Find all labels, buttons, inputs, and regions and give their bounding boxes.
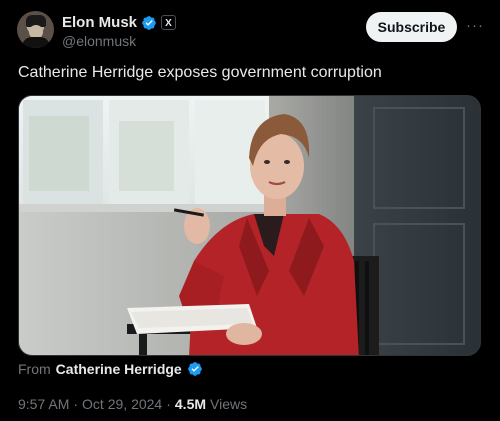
source-verified-badge-icon xyxy=(187,362,202,376)
more-options-icon[interactable]: ··· xyxy=(466,18,484,34)
author-display-name[interactable]: Elon Musk xyxy=(62,14,137,31)
source-name-link[interactable]: Catherine Herridge xyxy=(56,361,182,377)
tweet: Elon Musk X @elonmusk Subscribe ··· Cath… xyxy=(0,0,500,421)
post-text: Catherine Herridge exposes government co… xyxy=(18,64,382,81)
post-meta: 9:57 AM · Oct 29, 2024 · 4.5M Views xyxy=(18,396,247,412)
from-label: From xyxy=(18,361,51,377)
post-date[interactable]: Oct 29, 2024 xyxy=(82,396,162,412)
meta-separator: · xyxy=(73,396,79,412)
views-count: 4.5M xyxy=(174,396,207,412)
verified-badge-icon xyxy=(142,15,156,30)
post-time[interactable]: 9:57 AM xyxy=(18,396,69,412)
source-attribution: From Catherine Herridge xyxy=(18,361,203,377)
author-handle[interactable]: @elonmusk xyxy=(62,33,136,49)
video-frame-image xyxy=(19,96,480,355)
author-avatar[interactable] xyxy=(17,11,54,48)
video-thumbnail[interactable] xyxy=(18,95,481,356)
subscribe-button[interactable]: Subscribe xyxy=(366,12,457,42)
views-label: Views xyxy=(210,396,248,412)
meta-separator-2: · xyxy=(166,396,171,412)
affiliation-x-badge-icon[interactable]: X xyxy=(161,15,177,30)
author-name-row: Elon Musk X xyxy=(62,14,177,31)
